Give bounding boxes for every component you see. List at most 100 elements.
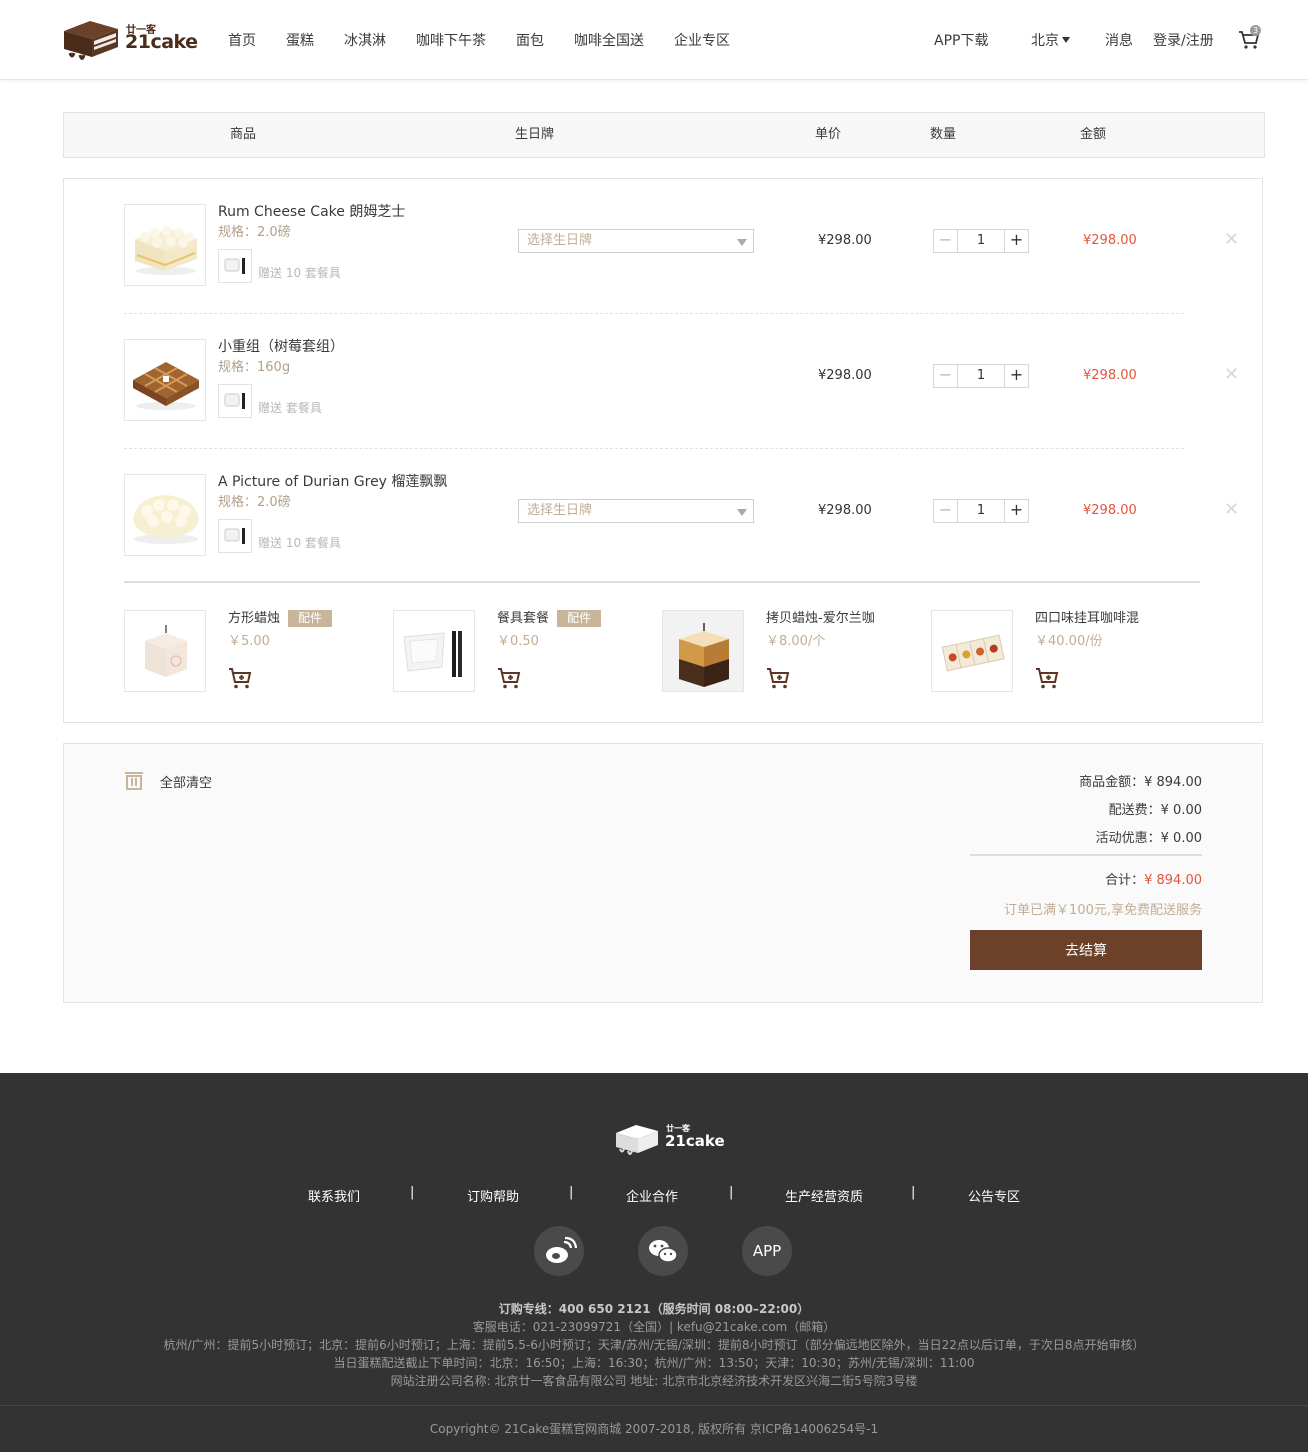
- product-spec: 规格：2.0磅: [218, 225, 291, 240]
- line-amount: ¥298.00: [1083, 368, 1137, 383]
- add-to-cart-icon[interactable]: [228, 666, 252, 690]
- footer-link-business[interactable]: 企业合作: [626, 1186, 678, 1205]
- tableware-gift-image: [218, 519, 252, 553]
- product-name[interactable]: A Picture of Durian Grey 榴莲飘飘: [218, 473, 447, 491]
- footer-logo-text: 21cake: [665, 1132, 725, 1150]
- accessory-image-drip-coffee[interactable]: [931, 610, 1013, 692]
- quantity-stepper: − 1 +: [933, 229, 1029, 253]
- footer-link-announcements[interactable]: 公告专区: [968, 1186, 1020, 1205]
- wechat-icon: [649, 1240, 678, 1263]
- unit-price: ¥298.00: [818, 503, 872, 518]
- accessory-image-irish-candle[interactable]: [662, 610, 744, 692]
- accessory-tag: 配件: [288, 610, 333, 627]
- quantity-value[interactable]: 1: [958, 365, 1004, 387]
- trash-icon[interactable]: [124, 770, 144, 790]
- login-register-link[interactable]: 登录/注册: [1153, 31, 1214, 51]
- remove-item-close-icon[interactable]: ✕: [1224, 501, 1239, 519]
- product-spec: 规格：2.0磅: [218, 495, 291, 510]
- tableware-icon: [224, 393, 245, 409]
- app-button[interactable]: APP: [742, 1226, 792, 1276]
- clear-all-button[interactable]: 全部清空: [160, 772, 212, 791]
- accessory-image-tableware[interactable]: [393, 610, 475, 692]
- brand-logo[interactable]: 廿一客 21cake: [62, 17, 198, 63]
- product-name[interactable]: 小重组（树莓套组）: [218, 338, 344, 356]
- nav-cake[interactable]: 蛋糕: [286, 31, 314, 51]
- birthday-card-placeholder: 选择生日牌: [527, 233, 593, 248]
- remove-item-close-icon[interactable]: ✕: [1224, 231, 1239, 249]
- city-selector[interactable]: 北京: [1031, 31, 1070, 51]
- footer-logo[interactable]: 廿一客 21cake: [614, 1121, 725, 1159]
- weibo-button[interactable]: [534, 1226, 584, 1276]
- remove-item-close-icon[interactable]: ✕: [1224, 366, 1239, 384]
- customer-service-info: 客服电话：021-23099721（全国）| kefu@21cake.com（邮…: [472, 1320, 836, 1334]
- add-to-cart-icon[interactable]: [1035, 666, 1059, 690]
- quantity-stepper: − 1 +: [933, 499, 1029, 523]
- cart-table-header: 商品 生日牌 单价 数量 金额: [63, 112, 1265, 158]
- discount-label: 活动优惠：: [1095, 831, 1161, 846]
- wechat-button[interactable]: [638, 1226, 688, 1276]
- col-unit-price: 单价: [815, 127, 842, 142]
- discount-value: ¥ 0.00: [1160, 831, 1202, 846]
- logo-text: 21cake: [125, 31, 198, 53]
- nav-coffee-nationwide[interactable]: 咖啡全国送: [574, 31, 644, 51]
- product-spec: 规格：160g: [218, 360, 291, 375]
- product-image-raspberry-set[interactable]: [124, 339, 206, 421]
- tableware-gift-image: [218, 249, 252, 283]
- add-to-cart-icon[interactable]: [497, 666, 521, 690]
- cart-item: Rum Cheese Cake 朗姆芝士 规格：2.0磅 赠送 10 套餐具 选…: [124, 204, 1244, 288]
- cart-count-badge: 3: [1250, 25, 1261, 36]
- checkout-button[interactable]: 去结算: [970, 930, 1202, 970]
- accessory-name-text: 四口味挂耳咖啡混: [1035, 611, 1140, 626]
- decrease-button[interactable]: −: [934, 500, 958, 522]
- col-birthday-card: 生日牌: [515, 127, 555, 142]
- product-name[interactable]: Rum Cheese Cake 朗姆芝士: [218, 203, 405, 221]
- add-to-cart-icon[interactable]: [766, 666, 790, 690]
- cake-image: [125, 475, 205, 555]
- decrease-button[interactable]: −: [934, 230, 958, 252]
- accessory-image-candle[interactable]: [124, 610, 206, 692]
- increase-button[interactable]: +: [1004, 230, 1028, 252]
- line-amount: ¥298.00: [1083, 233, 1137, 248]
- birthday-card-select[interactable]: 选择生日牌: [518, 229, 754, 253]
- nav-home[interactable]: 首页: [228, 31, 256, 51]
- footer-link-contact[interactable]: 联系我们: [308, 1186, 360, 1205]
- quantity-stepper: − 1 +: [933, 364, 1029, 388]
- gift-label: 赠送 10 套餐具: [258, 536, 341, 550]
- app-download-link[interactable]: APP下载: [934, 31, 988, 51]
- company-info: 网站注册公司名称: 北京廿一客食品有限公司 地址: 北京市北京经济技术开发区兴海…: [390, 1374, 918, 1388]
- candle-image: [125, 611, 205, 691]
- increase-button[interactable]: +: [1004, 500, 1028, 522]
- order-advance-info: 杭州/广州：提前5小时预订；北京：提前6小时预订；上海：提前5.5-6小时预订；…: [163, 1338, 1145, 1352]
- footer-link-qualification[interactable]: 生产经营资质: [785, 1186, 863, 1205]
- unit-price: ¥298.00: [818, 233, 872, 248]
- quantity-value[interactable]: 1: [958, 500, 1004, 522]
- nav-coffee-tea[interactable]: 咖啡下午茶: [416, 31, 486, 51]
- footer-link-help[interactable]: 订购帮助: [467, 1186, 519, 1205]
- top-navbar: 廿一客 21cake 首页 蛋糕 冰淇淋 咖啡下午茶 面包 咖啡全国送 企业专区…: [0, 0, 1308, 80]
- accessory-price: ￥0.50: [497, 634, 539, 649]
- increase-button[interactable]: +: [1004, 365, 1028, 387]
- shipping-fee-value: ¥ 0.00: [1160, 803, 1202, 818]
- tableware-gift-image: [218, 384, 252, 418]
- nav-icecream[interactable]: 冰淇淋: [344, 31, 386, 51]
- order-summary: 全部清空 商品金额：¥ 894.00 配送费：¥ 0.00 活动优惠：¥ 0.0…: [63, 743, 1263, 1003]
- product-image-durian[interactable]: [124, 474, 206, 556]
- free-shipping-note: 订单已满￥100元,享免费配送服务: [1004, 903, 1202, 918]
- total-value: ¥ 894.00: [1144, 873, 1202, 888]
- tableware-icon: [224, 528, 245, 544]
- item-divider: [124, 448, 1184, 449]
- app-label: APP: [752, 1242, 782, 1260]
- quantity-value[interactable]: 1: [958, 230, 1004, 252]
- accessory-item: 拷贝蜡烛-爱尔兰咖 ￥8.00/个: [662, 610, 892, 692]
- goods-amount-row: 商品金额：¥ 894.00: [1079, 771, 1202, 790]
- nav-enterprise[interactable]: 企业专区: [674, 31, 730, 51]
- decrease-button[interactable]: −: [934, 365, 958, 387]
- product-image-rum-cheese[interactable]: [124, 204, 206, 286]
- cake-image: [125, 340, 205, 420]
- unit-price: ¥298.00: [818, 368, 872, 383]
- site-footer: 廿一客 21cake 联系我们 | 订购帮助 | 企业合作 | 生产经营资质 |…: [0, 1073, 1308, 1452]
- nav-bread[interactable]: 面包: [516, 31, 544, 51]
- city-label: 北京: [1031, 33, 1059, 49]
- birthday-card-select[interactable]: 选择生日牌: [518, 499, 754, 523]
- messages-link[interactable]: 消息: [1105, 31, 1133, 51]
